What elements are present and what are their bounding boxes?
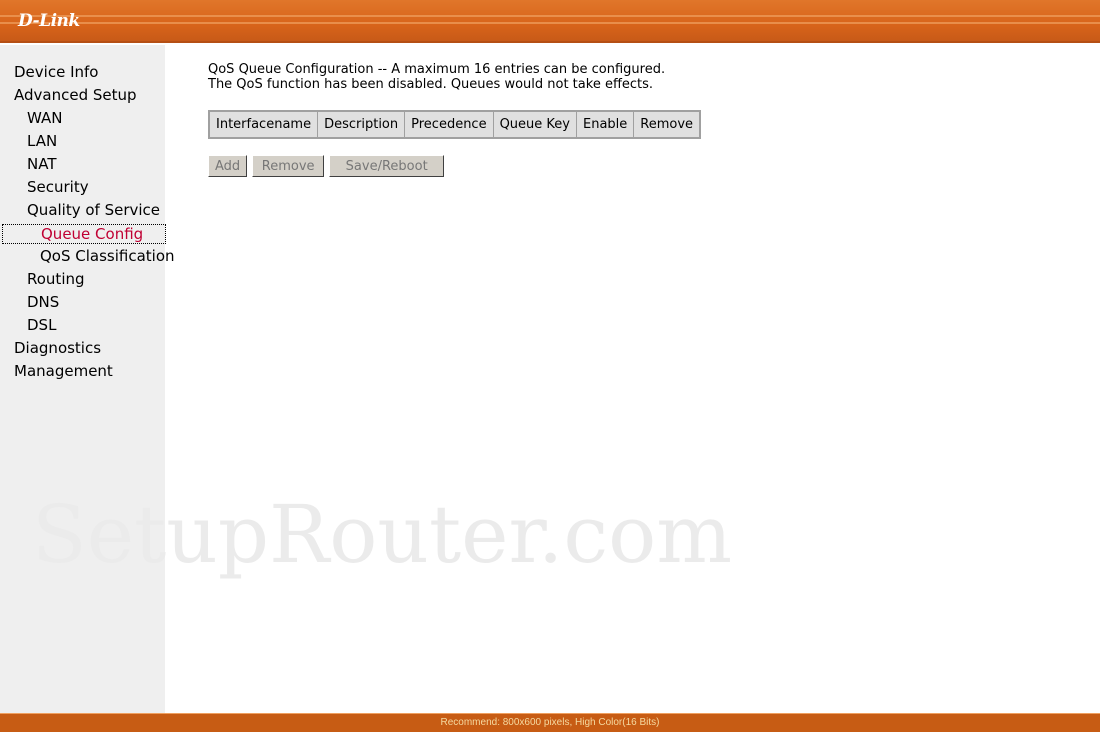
col-precedence: Precedence [404,110,494,139]
watermark: SetupRouter.com [32,488,733,581]
info-line-2: The QoS function has been disabled. Queu… [208,77,654,92]
sidebar-item-dsl[interactable]: DSL [27,316,192,334]
dlink-logo: D-Link [18,11,80,31]
sidebar-item-queue-config[interactable]: Queue Config [2,224,166,244]
sidebar-item-management[interactable]: Management [14,362,179,380]
sidebar-item-qos-classification[interactable]: QoS Classification [40,247,205,265]
sidebar-item-dns[interactable]: DNS [27,293,192,311]
sidebar-nav: Device Info Advanced Setup WAN LAN NAT Securi… [0,45,175,713]
sidebar-item-routing[interactable]: Routing [27,270,192,288]
footer-bar: Recommend: 800x600 pixels, High Color(16… [0,713,1100,732]
sidebar-item-nat[interactable]: NAT [27,155,192,173]
sidebar-item-security[interactable]: Security [27,178,192,196]
col-queue-key: Queue Key [492,110,578,139]
main-content: QoS Queue Configuration -- A maximum 16 … [208,62,702,177]
col-interfacename: Interfacename [208,110,319,139]
col-enable: Enable [575,110,635,139]
sidebar-item-diagnostics[interactable]: Diagnostics [14,339,179,357]
col-description: Description [317,110,406,139]
queue-table: Interfacename Description Precedence Que… [208,110,702,139]
sidebar-item-wan[interactable]: WAN [27,109,192,127]
add-button[interactable]: Add [208,155,248,177]
sidebar-item-advanced-setup[interactable]: Advanced Setup [14,86,179,104]
sidebar-item-lan[interactable]: LAN [27,132,192,150]
info-line-1: QoS Queue Configuration -- A maximum 16 … [208,62,666,77]
sidebar-item-device-info[interactable]: Device Info [14,63,179,81]
header-bar: D-Link [0,0,1100,43]
remove-button[interactable]: Remove [252,155,325,177]
sidebar-item-quality-of-service[interactable]: Quality of Service [27,201,192,219]
save-reboot-button[interactable]: Save/Reboot [329,155,445,177]
col-remove: Remove [633,110,701,139]
